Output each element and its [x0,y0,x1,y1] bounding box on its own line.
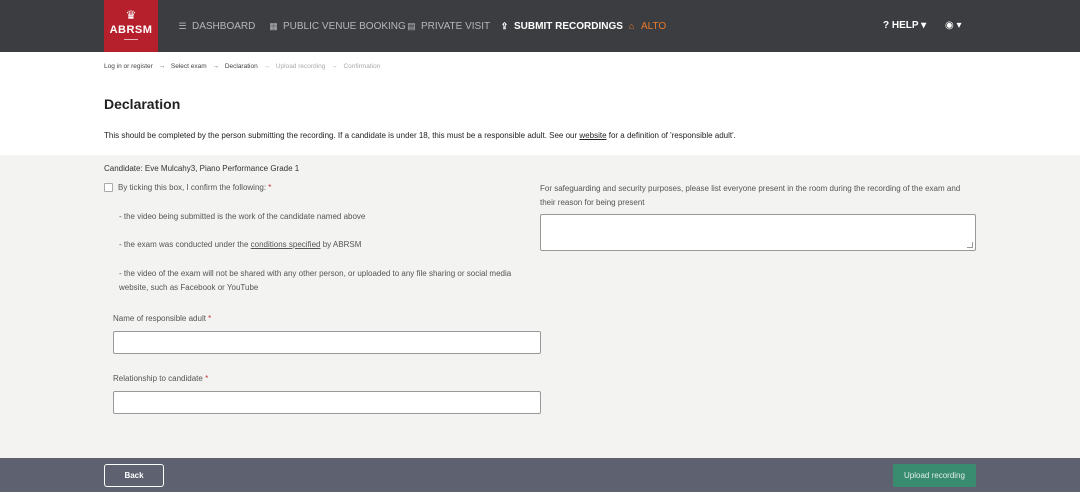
confirm-checkbox[interactable] [104,183,113,192]
upload-icon: ⇪ [500,21,509,31]
bullet-conditions-after: by ABRSM [320,240,362,249]
relationship-label: Relationship to candidate * [113,374,208,383]
nav-help-menu[interactable]: ? HELP ▾ [883,19,926,33]
logo-text: ABRSM [109,24,153,36]
building-icon: ▤ [407,21,416,31]
required-mark: * [268,183,272,192]
breadcrumb-step-upload: Upload recording [275,63,326,70]
breadcrumb-separator: → [158,63,166,70]
safeguarding-label: For safeguarding and security purposes, … [540,184,961,207]
top-nav-bar: ♛ ABRSM ☰ DASHBOARD ▦ PUBLIC VENUE BOOKING… [0,0,1080,52]
required-mark: * [205,374,209,383]
intro-text-before: This should be completed by the person s… [104,131,580,140]
home-icon: ⌂ [628,21,635,31]
declaration-bullet-conditions: - the exam was conducted under the condi… [119,238,361,252]
nav-public-venue-label: PUBLIC VENUE BOOKING [283,21,406,32]
responsible-adult-input[interactable] [113,331,541,354]
nav-alto[interactable]: ⌂ ALTO [626,19,666,33]
caret-down-icon: ▾ [921,20,927,31]
breadcrumb-step-select-exam[interactable]: Select exam [171,63,207,70]
globe-icon: ◉ [945,20,954,31]
footer-bar: Back Upload recording [0,458,1080,492]
nav-dashboard[interactable]: ☰ DASHBOARD [177,19,255,33]
back-button[interactable]: Back [104,464,164,487]
bullet-conditions-before: - the exam was conducted under the [119,240,251,249]
confirm-label: By ticking this box, I confirm the follo… [118,183,269,192]
resize-handle-icon[interactable] [967,242,973,248]
responsible-adult-label: Name of responsible adult * [113,314,211,323]
conditions-specified-link[interactable]: conditions specified [251,240,321,249]
declaration-bullet-sharing: - the video of the exam will not be shar… [119,269,512,292]
nav-public-venue-booking[interactable]: ▦ PUBLIC VENUE BOOKING [268,19,406,33]
help-icon: ? [883,20,890,31]
breadcrumb-step-declaration: Declaration [224,63,258,70]
upload-recording-button[interactable]: Upload recording [893,464,976,487]
page-title: Declaration [104,96,181,112]
caret-down-icon: ▾ [956,20,962,31]
breadcrumb: Log in or register → Select exam → Decla… [104,63,384,70]
nav-private-visit-label: PRIVATE VISIT [421,21,491,32]
nav-alto-label: ALTO [641,21,667,32]
responsible-adult-label-text: Name of responsible adult [113,314,209,323]
breadcrumb-separator: → [212,63,220,70]
calendar-icon: ▦ [269,21,278,31]
nav-help-label: HELP [891,20,919,31]
intro-text-after: for a definition of 'responsible adult'. [606,131,736,140]
nav-user-menu[interactable]: ◉ ▾ [945,19,962,33]
page-header: Log in or register → Select exam → Decla… [0,52,1080,155]
breadcrumb-step-confirmation: Confirmation [343,63,381,70]
crown-icon: ♛ [125,8,137,22]
confirm-checkbox-row[interactable]: By ticking this box, I confirm the follo… [104,183,271,192]
abrsm-logo[interactable]: ♛ ABRSM [104,0,158,52]
breadcrumb-separator: → [263,63,271,70]
safeguarding-textarea[interactable] [540,214,976,251]
list-icon: ☰ [178,21,187,31]
candidate-info: Candidate: Eve Mulcahy3, Piano Performan… [104,164,300,173]
relationship-input[interactable] [113,391,541,414]
intro-text: This should be completed by the person s… [104,131,736,140]
nav-dashboard-label: DASHBOARD [192,21,256,32]
declaration-bullet-work: - the video being submitted is the work … [119,212,366,221]
relationship-label-text: Relationship to candidate [113,374,206,383]
breadcrumb-step-login[interactable]: Log in or register [104,63,153,70]
website-link[interactable]: website [579,131,606,140]
nav-submit-recordings[interactable]: ⇪ SUBMIT RECORDINGS [499,19,623,33]
breadcrumb-separator: → [331,63,338,70]
required-mark: * [208,314,212,323]
nav-private-visit[interactable]: ▤ PRIVATE VISIT [406,19,490,33]
nav-submit-recordings-label: SUBMIT RECORDINGS [514,21,623,32]
logo-underline [124,39,138,40]
